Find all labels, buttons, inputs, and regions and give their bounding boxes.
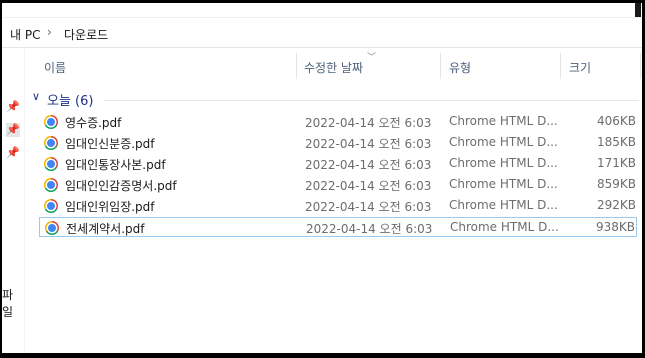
file-type: Chrome HTML D... (449, 114, 558, 128)
file-row[interactable]: 영수증.pdf 2022-04-14 오전 6:03 Chrome HTML D… (39, 112, 637, 132)
file-row[interactable]: 임대인통장사본.pdf 2022-04-14 오전 6:03 Chrome HT… (39, 154, 637, 174)
breadcrumb-folder[interactable]: 다운로드 (64, 26, 108, 43)
column-divider[interactable] (440, 53, 441, 79)
group-divider (104, 100, 639, 101)
file-row[interactable]: 임대인위임장.pdf 2022-04-14 오전 6:03 Chrome HTM… (39, 196, 637, 216)
file-type: Chrome HTML D... (449, 177, 558, 191)
sort-chevron-icon: ﹀ (367, 53, 377, 63)
chrome-icon (44, 157, 58, 171)
column-divider[interactable] (560, 53, 561, 79)
address-bar[interactable]: 내 PC › 다운로드 (2, 19, 642, 48)
file-name: 임대인신분증.pdf (65, 137, 155, 151)
file-size: 859KB (596, 177, 636, 191)
file-size: 406KB (596, 114, 636, 128)
column-header-name[interactable]: 이름 (44, 59, 66, 76)
file-size: 938KB (595, 220, 635, 234)
file-modified: 2022-04-14 오전 6:03 (305, 200, 432, 214)
file-size: 185KB (596, 135, 636, 149)
pin-icon[interactable]: 📌 (6, 146, 20, 160)
file-modified: 2022-04-14 오전 6:03 (305, 179, 432, 193)
chrome-icon (44, 199, 58, 213)
nav-item-label[interactable]: 파일 (2, 286, 24, 320)
column-divider[interactable] (296, 53, 297, 79)
column-divider[interactable] (640, 53, 641, 79)
explorer-window: 내 PC › 다운로드 📌 📌 📌 파일 이름 수정한 날짜 ﹀ 유형 크기 ∨… (2, 3, 642, 353)
file-row[interactable]: 임대인인감증명서.pdf 2022-04-14 오전 6:03 Chrome H… (39, 175, 637, 195)
file-name: 임대인통장사본.pdf (65, 158, 166, 172)
group-header-today[interactable]: ∨ 오늘 (6) (32, 90, 642, 110)
breadcrumb-root[interactable]: 내 PC (10, 26, 40, 43)
chrome-icon (44, 136, 58, 150)
file-type: Chrome HTML D... (449, 198, 558, 212)
window-edge (635, 3, 641, 17)
file-type: Chrome HTML D... (450, 220, 559, 234)
file-row[interactable]: 전세계약서.pdf 2022-04-14 오전 6:03 Chrome HTML… (39, 217, 637, 237)
chrome-icon (44, 115, 58, 129)
breadcrumb-chevron-icon[interactable]: › (47, 25, 52, 39)
file-modified: 2022-04-14 오전 6:03 (305, 137, 432, 151)
column-header-size[interactable]: 크기 (569, 59, 591, 76)
file-modified: 2022-04-14 오전 6:03 (306, 222, 433, 236)
chrome-icon (45, 221, 59, 235)
chevron-down-icon[interactable]: ∨ (32, 90, 40, 103)
file-type: Chrome HTML D... (449, 135, 558, 149)
pin-icon[interactable]: 📌 (6, 123, 20, 137)
column-header-modified[interactable]: 수정한 날짜 (304, 59, 363, 76)
navigation-pane: 📌 📌 📌 파일 (2, 48, 25, 353)
file-name: 임대인인감증명서.pdf (65, 179, 177, 193)
file-modified: 2022-04-14 오전 6:03 (305, 116, 432, 130)
column-headers: 이름 수정한 날짜 ﹀ 유형 크기 (32, 51, 642, 81)
file-row[interactable]: 임대인신분증.pdf 2022-04-14 오전 6:03 Chrome HTM… (39, 133, 637, 153)
file-name: 전세계약서.pdf (66, 222, 145, 236)
file-name: 임대인위임장.pdf (65, 200, 155, 214)
file-type: Chrome HTML D... (449, 156, 558, 170)
file-size: 171KB (596, 156, 636, 170)
file-modified: 2022-04-14 오전 6:03 (305, 158, 432, 172)
chrome-icon (44, 178, 58, 192)
file-size: 292KB (596, 198, 636, 212)
top-strip (2, 3, 642, 18)
column-header-type[interactable]: 유형 (449, 59, 471, 76)
pin-icon[interactable]: 📌 (6, 100, 20, 114)
file-name: 영수증.pdf (65, 116, 122, 130)
group-label: 오늘 (6) (47, 94, 94, 109)
